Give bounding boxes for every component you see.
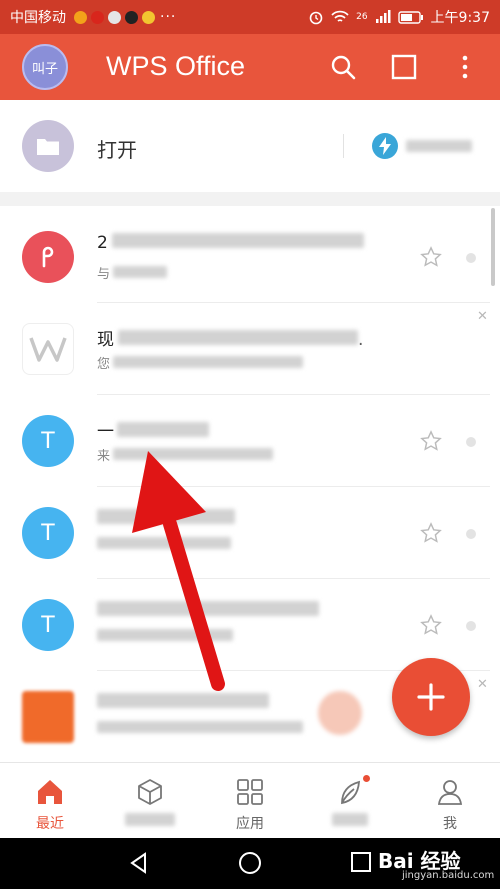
signal-icon — [375, 10, 391, 23]
scrollbar[interactable] — [491, 208, 495, 286]
recents-icon[interactable] — [350, 851, 372, 873]
file-name: 2 — [97, 233, 364, 253]
search-icon[interactable] — [330, 54, 356, 80]
nav-label — [125, 813, 175, 831]
nav-docs[interactable] — [100, 763, 200, 838]
wifi-icon — [331, 10, 349, 22]
star-icon[interactable] — [420, 430, 442, 452]
avatar-text: 叫子 — [31, 61, 58, 77]
wps-logo-icon — [22, 323, 74, 375]
nav-recent[interactable]: 最近 — [0, 763, 100, 838]
close-icon[interactable]: ✕ — [477, 677, 488, 692]
status-bar: 中国移动 ··· 26 上午9:37 — [0, 0, 500, 34]
file-meta: 来 — [97, 445, 274, 464]
file-meta: 您 — [97, 353, 304, 372]
file-meta — [97, 537, 231, 553]
list-item[interactable]: 2 与 — [0, 211, 490, 303]
status-dot — [466, 621, 476, 631]
list-item[interactable]: T — [0, 579, 490, 671]
status-dot — [466, 253, 476, 263]
notification-app-icon — [91, 10, 104, 24]
text-doc-icon: T — [22, 507, 74, 559]
cube-icon — [138, 779, 162, 805]
file-name — [97, 693, 269, 713]
baidu-watermark-url: jingyan.baidu.com — [402, 870, 495, 881]
apps-grid-icon — [237, 779, 263, 805]
user-icon — [437, 780, 463, 805]
section-gap — [0, 192, 500, 206]
clock: 上午9:37 — [430, 10, 490, 26]
list-item[interactable]: 现. 您 ✕ — [0, 303, 490, 395]
pdf-icon — [22, 231, 74, 283]
home-icon — [38, 780, 62, 804]
blurred-text — [406, 140, 472, 152]
nav-apps[interactable]: 应用 — [200, 763, 300, 838]
star-icon[interactable] — [420, 246, 442, 268]
app-title: WPS Office — [106, 51, 246, 81]
plus-icon — [417, 683, 445, 711]
star-icon[interactable] — [420, 614, 442, 636]
file-meta — [97, 721, 303, 737]
notification-app-icon — [108, 10, 121, 24]
lightning-icon[interactable] — [372, 133, 398, 159]
multiwindow-icon[interactable] — [391, 54, 417, 80]
new-document-button[interactable] — [392, 658, 470, 736]
file-name: 一 — [97, 417, 209, 442]
ad-thumbnail — [318, 691, 362, 735]
notification-app-icon — [125, 10, 138, 24]
nav-discover[interactable] — [300, 763, 400, 838]
ad-image-icon — [22, 691, 74, 743]
app-bar: 叫子 WPS Office — [0, 34, 500, 100]
notification-app-icon — [142, 10, 155, 24]
close-icon[interactable]: ✕ — [477, 309, 488, 324]
home-button-icon[interactable] — [238, 851, 262, 875]
notification-badge — [363, 775, 370, 782]
file-name — [97, 601, 319, 621]
list-item[interactable]: T — [0, 487, 490, 579]
divider — [343, 134, 344, 158]
nav-label: 我 — [443, 816, 457, 832]
file-name — [97, 509, 235, 529]
status-dot — [466, 529, 476, 539]
avatar[interactable]: 叫子 — [22, 44, 68, 90]
nav-label — [332, 813, 368, 831]
bottom-navigation: 最近 应用 我 — [0, 762, 500, 838]
folder-icon — [22, 120, 74, 172]
status-dot — [466, 437, 476, 447]
nav-me[interactable]: 我 — [400, 763, 500, 838]
network-type: 26 — [356, 12, 368, 22]
file-meta: 与 — [97, 263, 168, 282]
star-icon[interactable] — [420, 522, 442, 544]
open-file-row[interactable]: 打开 — [0, 100, 500, 192]
file-meta — [97, 629, 233, 645]
nav-label: 应用 — [236, 816, 264, 832]
list-item[interactable]: T 一 来 — [0, 395, 490, 487]
carrier-label: 中国移动 — [10, 10, 66, 26]
alarm-icon — [309, 11, 323, 25]
file-name: 现. — [97, 330, 364, 350]
leaf-icon — [341, 780, 361, 805]
open-label: 打开 — [97, 138, 137, 162]
text-doc-icon: T — [22, 599, 74, 651]
more-notifications: ··· — [160, 9, 177, 25]
battery-icon — [397, 10, 423, 24]
notification-app-icon — [74, 10, 87, 24]
nav-label: 最近 — [36, 816, 64, 832]
text-doc-icon: T — [22, 415, 74, 467]
back-icon[interactable] — [127, 851, 151, 875]
more-vertical-icon[interactable] — [452, 54, 478, 80]
